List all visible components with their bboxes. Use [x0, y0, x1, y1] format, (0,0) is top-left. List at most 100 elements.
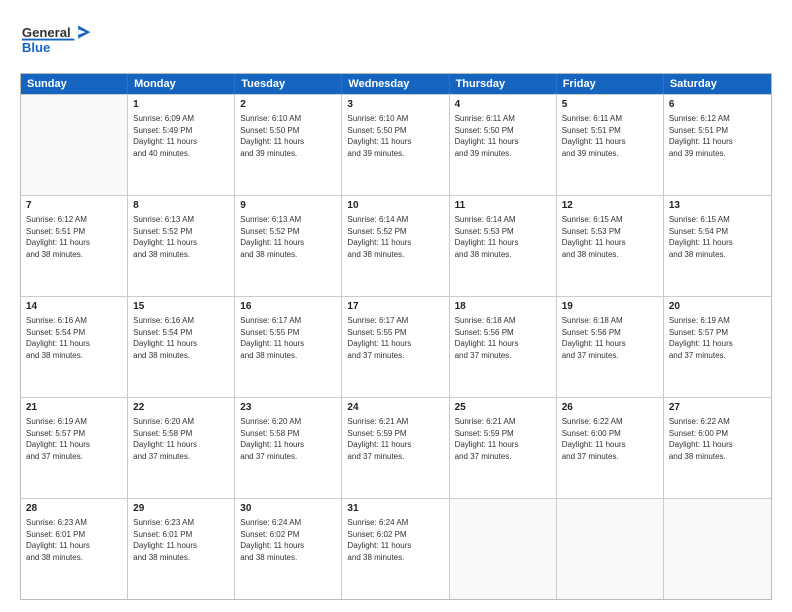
- day-info: Sunrise: 6:14 AM Sunset: 5:53 PM Dayligh…: [455, 214, 551, 260]
- header-day-sunday: Sunday: [21, 74, 128, 94]
- calendar-header: SundayMondayTuesdayWednesdayThursdayFrid…: [21, 74, 771, 94]
- day-info: Sunrise: 6:24 AM Sunset: 6:02 PM Dayligh…: [347, 517, 443, 563]
- day-number: 28: [26, 502, 122, 516]
- calendar-cell: [450, 499, 557, 599]
- day-info: Sunrise: 6:09 AM Sunset: 5:49 PM Dayligh…: [133, 113, 229, 159]
- day-number: 17: [347, 300, 443, 314]
- header-day-monday: Monday: [128, 74, 235, 94]
- day-info: Sunrise: 6:18 AM Sunset: 5:56 PM Dayligh…: [455, 315, 551, 361]
- calendar-cell: [664, 499, 771, 599]
- day-number: 7: [26, 199, 122, 213]
- day-number: 2: [240, 98, 336, 112]
- calendar-cell: 21Sunrise: 6:19 AM Sunset: 5:57 PM Dayli…: [21, 398, 128, 498]
- calendar-cell: 11Sunrise: 6:14 AM Sunset: 5:53 PM Dayli…: [450, 196, 557, 296]
- calendar-cell: 31Sunrise: 6:24 AM Sunset: 6:02 PM Dayli…: [342, 499, 449, 599]
- day-info: Sunrise: 6:24 AM Sunset: 6:02 PM Dayligh…: [240, 517, 336, 563]
- day-number: 18: [455, 300, 551, 314]
- calendar-cell: 25Sunrise: 6:21 AM Sunset: 5:59 PM Dayli…: [450, 398, 557, 498]
- day-number: 15: [133, 300, 229, 314]
- header: General Blue: [20, 18, 772, 63]
- svg-text:General: General: [22, 25, 71, 40]
- day-number: 23: [240, 401, 336, 415]
- calendar-cell: 4Sunrise: 6:11 AM Sunset: 5:50 PM Daylig…: [450, 95, 557, 195]
- day-info: Sunrise: 6:13 AM Sunset: 5:52 PM Dayligh…: [240, 214, 336, 260]
- calendar-cell: 15Sunrise: 6:16 AM Sunset: 5:54 PM Dayli…: [128, 297, 235, 397]
- day-number: 13: [669, 199, 766, 213]
- header-day-friday: Friday: [557, 74, 664, 94]
- day-info: Sunrise: 6:16 AM Sunset: 5:54 PM Dayligh…: [26, 315, 122, 361]
- day-number: 22: [133, 401, 229, 415]
- day-info: Sunrise: 6:11 AM Sunset: 5:50 PM Dayligh…: [455, 113, 551, 159]
- day-info: Sunrise: 6:23 AM Sunset: 6:01 PM Dayligh…: [26, 517, 122, 563]
- calendar-cell: 30Sunrise: 6:24 AM Sunset: 6:02 PM Dayli…: [235, 499, 342, 599]
- day-number: 4: [455, 98, 551, 112]
- day-number: 31: [347, 502, 443, 516]
- calendar-cell: 19Sunrise: 6:18 AM Sunset: 5:56 PM Dayli…: [557, 297, 664, 397]
- day-info: Sunrise: 6:14 AM Sunset: 5:52 PM Dayligh…: [347, 214, 443, 260]
- calendar-cell: 12Sunrise: 6:15 AM Sunset: 5:53 PM Dayli…: [557, 196, 664, 296]
- calendar-cell: 7Sunrise: 6:12 AM Sunset: 5:51 PM Daylig…: [21, 196, 128, 296]
- day-number: 27: [669, 401, 766, 415]
- calendar-cell: 9Sunrise: 6:13 AM Sunset: 5:52 PM Daylig…: [235, 196, 342, 296]
- day-number: 21: [26, 401, 122, 415]
- day-number: 9: [240, 199, 336, 213]
- day-info: Sunrise: 6:20 AM Sunset: 5:58 PM Dayligh…: [240, 416, 336, 462]
- day-info: Sunrise: 6:17 AM Sunset: 5:55 PM Dayligh…: [240, 315, 336, 361]
- calendar-cell: 8Sunrise: 6:13 AM Sunset: 5:52 PM Daylig…: [128, 196, 235, 296]
- day-info: Sunrise: 6:10 AM Sunset: 5:50 PM Dayligh…: [240, 113, 336, 159]
- day-number: 3: [347, 98, 443, 112]
- day-info: Sunrise: 6:22 AM Sunset: 6:00 PM Dayligh…: [669, 416, 766, 462]
- header-day-thursday: Thursday: [450, 74, 557, 94]
- calendar-week-5: 28Sunrise: 6:23 AM Sunset: 6:01 PM Dayli…: [21, 498, 771, 599]
- svg-text:Blue: Blue: [22, 40, 50, 55]
- day-info: Sunrise: 6:15 AM Sunset: 5:54 PM Dayligh…: [669, 214, 766, 260]
- day-info: Sunrise: 6:10 AM Sunset: 5:50 PM Dayligh…: [347, 113, 443, 159]
- day-info: Sunrise: 6:19 AM Sunset: 5:57 PM Dayligh…: [669, 315, 766, 361]
- calendar-cell: 28Sunrise: 6:23 AM Sunset: 6:01 PM Dayli…: [21, 499, 128, 599]
- day-number: 8: [133, 199, 229, 213]
- calendar-cell: 10Sunrise: 6:14 AM Sunset: 5:52 PM Dayli…: [342, 196, 449, 296]
- calendar-cell: 26Sunrise: 6:22 AM Sunset: 6:00 PM Dayli…: [557, 398, 664, 498]
- day-info: Sunrise: 6:20 AM Sunset: 5:58 PM Dayligh…: [133, 416, 229, 462]
- day-info: Sunrise: 6:16 AM Sunset: 5:54 PM Dayligh…: [133, 315, 229, 361]
- calendar-cell: 6Sunrise: 6:12 AM Sunset: 5:51 PM Daylig…: [664, 95, 771, 195]
- day-number: 11: [455, 199, 551, 213]
- calendar-cell: 24Sunrise: 6:21 AM Sunset: 5:59 PM Dayli…: [342, 398, 449, 498]
- header-day-tuesday: Tuesday: [235, 74, 342, 94]
- calendar-cell: 5Sunrise: 6:11 AM Sunset: 5:51 PM Daylig…: [557, 95, 664, 195]
- day-number: 30: [240, 502, 336, 516]
- calendar-cell: 16Sunrise: 6:17 AM Sunset: 5:55 PM Dayli…: [235, 297, 342, 397]
- header-day-saturday: Saturday: [664, 74, 771, 94]
- calendar-cell: 22Sunrise: 6:20 AM Sunset: 5:58 PM Dayli…: [128, 398, 235, 498]
- day-info: Sunrise: 6:13 AM Sunset: 5:52 PM Dayligh…: [133, 214, 229, 260]
- day-info: Sunrise: 6:18 AM Sunset: 5:56 PM Dayligh…: [562, 315, 658, 361]
- day-number: 29: [133, 502, 229, 516]
- calendar-cell: 20Sunrise: 6:19 AM Sunset: 5:57 PM Dayli…: [664, 297, 771, 397]
- calendar-cell: 1Sunrise: 6:09 AM Sunset: 5:49 PM Daylig…: [128, 95, 235, 195]
- day-number: 5: [562, 98, 658, 112]
- day-number: 12: [562, 199, 658, 213]
- day-number: 6: [669, 98, 766, 112]
- page: General Blue SundayMondayTuesdayWednesda…: [0, 0, 792, 612]
- day-number: 26: [562, 401, 658, 415]
- day-number: 19: [562, 300, 658, 314]
- day-info: Sunrise: 6:15 AM Sunset: 5:53 PM Dayligh…: [562, 214, 658, 260]
- calendar-body: 1Sunrise: 6:09 AM Sunset: 5:49 PM Daylig…: [21, 94, 771, 599]
- day-info: Sunrise: 6:21 AM Sunset: 5:59 PM Dayligh…: [455, 416, 551, 462]
- day-number: 20: [669, 300, 766, 314]
- day-number: 24: [347, 401, 443, 415]
- calendar-cell: 17Sunrise: 6:17 AM Sunset: 5:55 PM Dayli…: [342, 297, 449, 397]
- calendar-cell: [21, 95, 128, 195]
- calendar-week-2: 7Sunrise: 6:12 AM Sunset: 5:51 PM Daylig…: [21, 195, 771, 296]
- calendar-cell: 2Sunrise: 6:10 AM Sunset: 5:50 PM Daylig…: [235, 95, 342, 195]
- calendar-week-3: 14Sunrise: 6:16 AM Sunset: 5:54 PM Dayli…: [21, 296, 771, 397]
- calendar-cell: 3Sunrise: 6:10 AM Sunset: 5:50 PM Daylig…: [342, 95, 449, 195]
- calendar-cell: 23Sunrise: 6:20 AM Sunset: 5:58 PM Dayli…: [235, 398, 342, 498]
- header-day-wednesday: Wednesday: [342, 74, 449, 94]
- logo-svg: General Blue: [20, 18, 95, 63]
- day-info: Sunrise: 6:22 AM Sunset: 6:00 PM Dayligh…: [562, 416, 658, 462]
- day-number: 25: [455, 401, 551, 415]
- day-info: Sunrise: 6:11 AM Sunset: 5:51 PM Dayligh…: [562, 113, 658, 159]
- day-number: 10: [347, 199, 443, 213]
- day-number: 16: [240, 300, 336, 314]
